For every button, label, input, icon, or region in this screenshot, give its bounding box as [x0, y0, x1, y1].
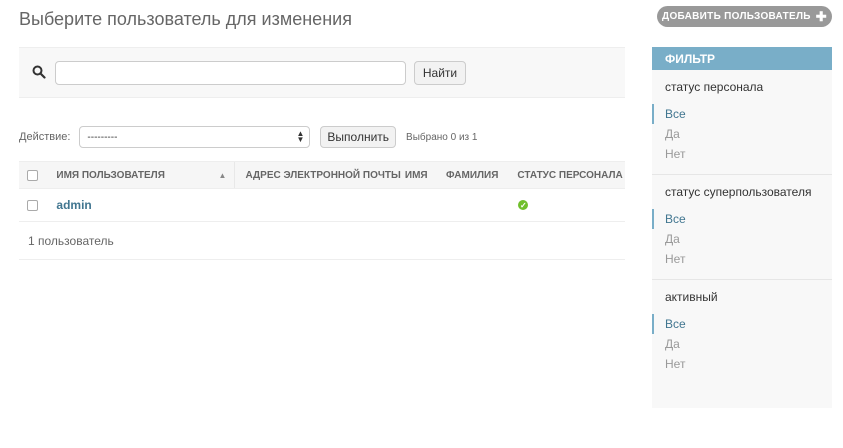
- search-toolbar: Найти: [19, 47, 625, 98]
- table-header: ИМЯ ПОЛЬЗОВАТЕЛЯ ▲ АДРЕС ЭЛЕКТРОННОЙ ПОЧ…: [19, 161, 625, 189]
- column-header-username[interactable]: ИМЯ ПОЛЬЗОВАТЕЛЯ ▲: [46, 162, 236, 188]
- filter-option-yes[interactable]: Да: [652, 124, 832, 144]
- table-row: admin ✓: [19, 189, 625, 222]
- filter-option-no[interactable]: Нет: [652, 144, 832, 164]
- filter-group-title: активный: [665, 290, 718, 304]
- filter-option-no[interactable]: Нет: [652, 249, 832, 269]
- action-label: Действие:: [19, 131, 71, 143]
- column-header-staff-status[interactable]: СТАТУС ПЕРСОНАЛА: [517, 170, 625, 181]
- filter-group-superuser: статус суперпользователя Все Да Нет: [652, 175, 832, 280]
- action-select-value: ---------: [87, 131, 118, 143]
- plus-icon: ✚: [815, 9, 827, 24]
- filter-group-title: статус персонала: [665, 80, 764, 94]
- page-title: Выберите пользователь для изменения: [19, 9, 352, 29]
- check-icon: ✓: [518, 200, 529, 210]
- selected-count: Выбрано 0 из 1: [406, 131, 478, 143]
- select-all-checkbox[interactable]: [27, 169, 39, 181]
- username-link[interactable]: admin: [56, 198, 91, 212]
- filter-title: ФИЛЬТР: [652, 47, 832, 70]
- filter-group-title: статус суперпользователя: [665, 185, 812, 199]
- filter-option-all[interactable]: Все: [652, 314, 832, 334]
- search-icon: [32, 65, 46, 79]
- filter-sidebar: ФИЛЬТР статус персонала Все Да Нет стату…: [652, 47, 832, 408]
- add-user-button-label: ДОБАВИТЬ ПОЛЬЗОВАТЕЛЬ: [662, 11, 811, 22]
- filter-option-all[interactable]: Все: [652, 209, 832, 229]
- column-header-email[interactable]: АДРЕС ЭЛЕКТРОННОЙ ПОЧТЫ: [235, 170, 404, 181]
- action-select[interactable]: --------- ▲ ▼: [79, 126, 311, 148]
- column-header-last-name[interactable]: ФАМИЛИЯ: [446, 170, 517, 181]
- filter-option-yes[interactable]: Да: [652, 229, 832, 249]
- filter-option-yes[interactable]: Да: [652, 334, 832, 354]
- column-header-username-label: ИМЯ ПОЛЬЗОВАТЕЛЯ: [56, 169, 165, 181]
- search-button[interactable]: Найти: [414, 61, 466, 85]
- column-header-first-name[interactable]: ИМЯ: [405, 170, 446, 181]
- filter-option-all[interactable]: Все: [652, 104, 832, 124]
- row-checkbox[interactable]: [27, 199, 39, 211]
- actions-bar: Действие: --------- ▲ ▼ Выполнить Выбрано…: [19, 125, 625, 149]
- add-user-button[interactable]: ДОБАВИТЬ ПОЛЬЗОВАТЕЛЬ ✚: [657, 6, 832, 27]
- results-table: ИМЯ ПОЛЬЗОВАТЕЛЯ ▲ АДРЕС ЭЛЕКТРОННОЙ ПОЧ…: [19, 161, 625, 260]
- filter-option-no[interactable]: Нет: [652, 354, 832, 374]
- sort-ascending-icon[interactable]: ▲: [219, 171, 227, 180]
- select-arrows-icon: ▲ ▼: [296, 129, 305, 144]
- search-input[interactable]: [55, 61, 406, 85]
- filter-group-staff: статус персонала Все Да Нет: [652, 70, 832, 175]
- filter-group-active: активный Все Да Нет: [652, 280, 832, 384]
- run-action-button[interactable]: Выполнить: [320, 126, 397, 148]
- paginator: 1 пользователь: [19, 222, 625, 260]
